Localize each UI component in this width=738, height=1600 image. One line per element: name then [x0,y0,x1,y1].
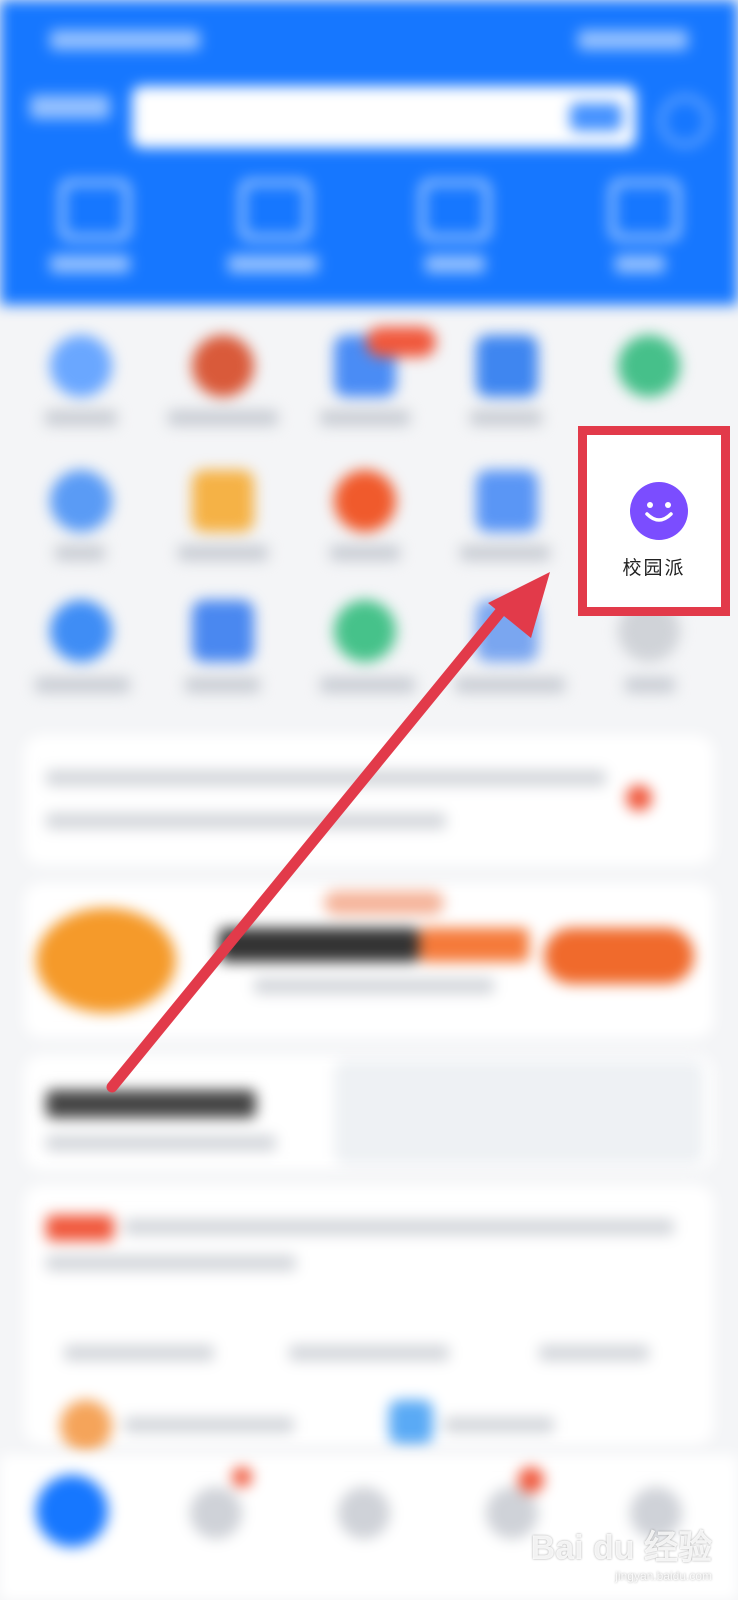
arrow-head [488,572,550,638]
watermark-brand: Bai du 经验 [530,1529,712,1567]
baidu-watermark: Bai du 经验 jingyan.baidu.com [531,1520,712,1583]
annotation-arrow [106,572,550,1093]
smile-icon[interactable] [630,482,688,540]
watermark-url: jingyan.baidu.com [615,1569,712,1583]
arrow-shaft [106,594,516,1093]
campus-app-label: 校园派 [622,557,686,579]
highlight-box: 校园派 [578,426,730,616]
